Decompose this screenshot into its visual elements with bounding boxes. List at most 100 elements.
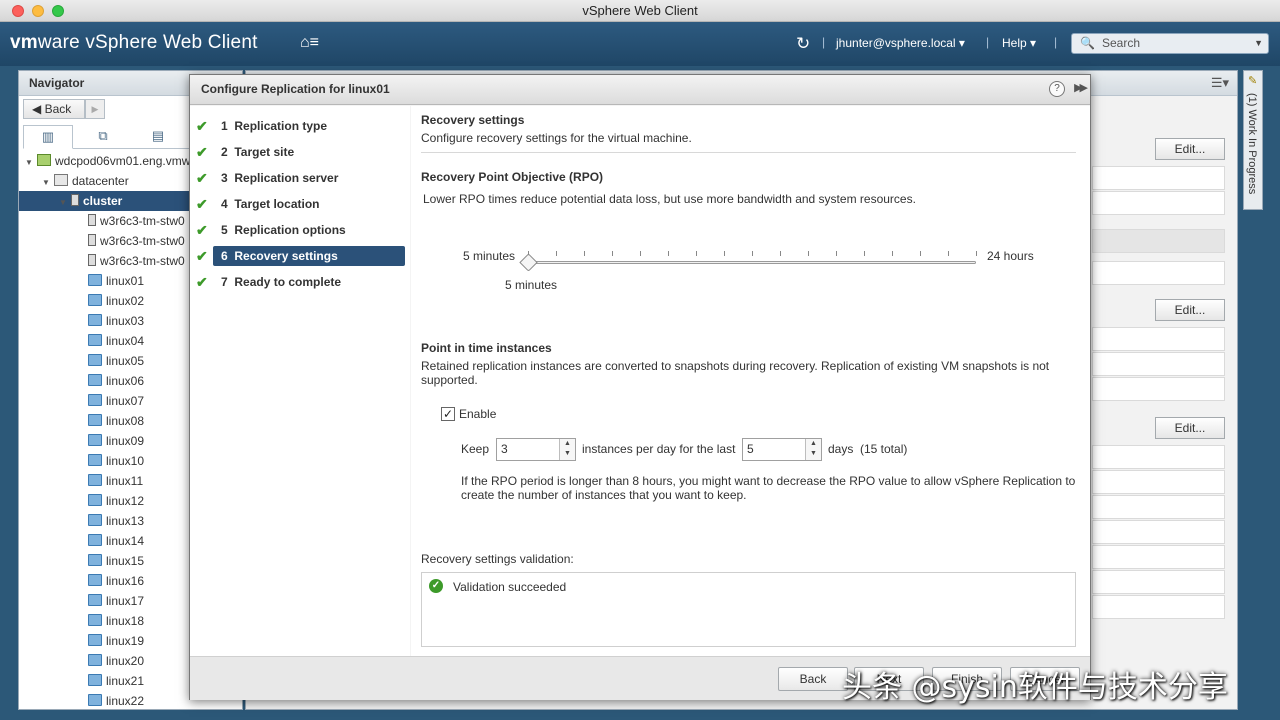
expand-arrow-icon[interactable]: ▼ <box>42 173 54 191</box>
wizard-step[interactable]: 7 Ready to complete <box>213 272 405 292</box>
storage-tab-icon[interactable]: ▤ <box>133 125 183 149</box>
days-value: 5 <box>747 442 754 456</box>
detail-row <box>1092 595 1225 619</box>
vm-icon <box>88 454 102 466</box>
expand-icon[interactable]: ▶▶ <box>1074 81 1088 94</box>
user-menu[interactable]: jhunter@vsphere.local ▾ <box>836 36 965 50</box>
stepper-arrows-icon[interactable]: ▲ ▼ <box>559 439 575 460</box>
wizard-step[interactable]: 6 Recovery settings <box>213 246 405 266</box>
tree-item-label: linux07 <box>106 394 145 408</box>
zoom-window-icon[interactable] <box>52 5 64 17</box>
forward-button[interactable]: ▶ <box>85 99 105 119</box>
detail-row <box>1092 520 1225 544</box>
back-button[interactable]: ◀ Back <box>23 99 85 119</box>
vm-icon <box>88 414 102 426</box>
rpo-slider[interactable] <box>528 261 976 264</box>
detail-row <box>1092 166 1225 190</box>
hosts-clusters-tab-icon[interactable]: ▥ <box>23 125 73 149</box>
vms-templates-tab-icon[interactable]: ⧉ <box>78 125 128 149</box>
step-check-icon: ✔ <box>196 144 208 160</box>
rpo-slider-handle[interactable] <box>519 253 538 272</box>
configure-replication-dialog: Configure Replication for linux01 ? ▶▶ ✔… <box>189 74 1091 700</box>
window-title: vSphere Web Client <box>582 3 698 18</box>
rpo-min-label: 5 minutes <box>463 249 516 263</box>
rpo-note: If the RPO period is longer than 8 hours… <box>461 474 1076 502</box>
enable-checkbox[interactable]: ✓ <box>441 407 455 421</box>
refresh-icon[interactable]: ↻ <box>796 34 810 54</box>
step-number: 5 <box>221 223 228 237</box>
days-label: days <box>828 442 854 456</box>
detail-row <box>1092 352 1225 376</box>
detail-row <box>1092 261 1225 285</box>
vm-icon <box>88 354 102 366</box>
tree-item-label: linux16 <box>106 574 145 588</box>
detail-row <box>1092 377 1225 401</box>
enable-label: Enable <box>459 407 497 421</box>
home-menu-icon[interactable]: ⌂≡ <box>300 34 319 52</box>
work-in-progress-panel[interactable]: ✎ (1) Work In Progress <box>1243 70 1263 210</box>
vcenter-icon <box>37 154 51 166</box>
expand-arrow-icon[interactable]: ▼ <box>25 153 37 171</box>
wizard-step[interactable]: 1 Replication type <box>213 116 405 136</box>
step-check-icon: ✔ <box>196 170 208 186</box>
vm-icon <box>88 634 102 646</box>
slider-tick <box>668 251 669 256</box>
help-menu[interactable]: Help ▾ <box>1002 36 1036 50</box>
tree-item-label: linux09 <box>106 434 145 448</box>
wizard-step[interactable]: 5 Replication options <box>213 220 405 240</box>
vmware-logo: vmware vSphere Web Client <box>10 32 258 53</box>
step-number: 7 <box>221 275 228 289</box>
rpo-value-label: 5 minutes <box>505 278 558 292</box>
tree-item-label: w3r6c3-tm-stw0 <box>100 214 185 228</box>
vm-icon <box>88 474 102 486</box>
chevron-down-icon[interactable]: ▼ <box>1254 34 1263 53</box>
edit-button[interactable]: Edit... <box>1155 138 1225 160</box>
wizard-step[interactable]: 2 Target site <box>213 142 405 162</box>
search-input[interactable]: 🔍 Search ▼ <box>1071 33 1269 54</box>
step-check-icon: ✔ <box>196 118 208 134</box>
step-label: Target location <box>234 197 320 211</box>
minimize-window-icon[interactable] <box>32 5 44 17</box>
instances-per-day-stepper[interactable]: 3 ▲ ▼ <box>496 438 576 461</box>
tree-item-label: linux05 <box>106 354 145 368</box>
wizard-steps: ✔ 1 Replication type ✔ 2 Target site ✔ 3 Repl… <box>190 106 410 656</box>
tree-item-label: wdcpod06vm01.eng.vmw <box>55 154 191 168</box>
tree-item-label: linux03 <box>106 314 145 328</box>
header-separator: | <box>986 35 990 49</box>
slider-tick <box>640 251 641 256</box>
success-check-icon: ✓ <box>429 579 443 593</box>
tree-item-label: datacenter <box>72 174 129 188</box>
rpo-description: Lower RPO times reduce potential data lo… <box>423 192 916 206</box>
tree-item-label: linux22 <box>106 694 145 708</box>
vm-icon <box>88 374 102 386</box>
step-check-icon: ✔ <box>196 248 208 264</box>
wizard-step[interactable]: 4 Target location <box>213 194 405 214</box>
stepper-arrows-icon[interactable]: ▲ ▼ <box>805 439 821 460</box>
wizard-step[interactable]: 3 Replication server <box>213 168 405 188</box>
slider-tick <box>584 251 585 256</box>
tree-item-label: linux02 <box>106 294 145 308</box>
help-icon[interactable]: ? <box>1049 81 1065 97</box>
step-number: 6 <box>221 249 228 263</box>
vm-icon <box>88 554 102 566</box>
search-placeholder: Search <box>1102 36 1141 50</box>
step-check-icon: ✔ <box>196 196 208 212</box>
list-options-icon[interactable]: ☰▾ <box>1211 75 1229 91</box>
detail-row <box>1092 470 1225 494</box>
host-icon <box>88 234 96 246</box>
header-separator: | <box>822 35 826 49</box>
slider-tick <box>696 251 697 256</box>
expand-arrow-icon[interactable]: ▼ <box>59 193 71 211</box>
close-window-icon[interactable] <box>12 5 24 17</box>
slider-tick <box>976 251 977 256</box>
slider-tick <box>920 251 921 256</box>
slider-tick <box>612 251 613 256</box>
edit-button[interactable]: Edit... <box>1155 299 1225 321</box>
step-number: 3 <box>221 171 228 185</box>
back-button[interactable]: Back <box>778 667 848 691</box>
edit-button[interactable]: Edit... <box>1155 417 1225 439</box>
window-titlebar: vSphere Web Client <box>0 0 1280 22</box>
days-stepper[interactable]: 5 ▲ ▼ <box>742 438 822 461</box>
pit-description: Retained replication instances are conve… <box>421 359 1050 387</box>
tree-item-label: linux20 <box>106 654 145 668</box>
